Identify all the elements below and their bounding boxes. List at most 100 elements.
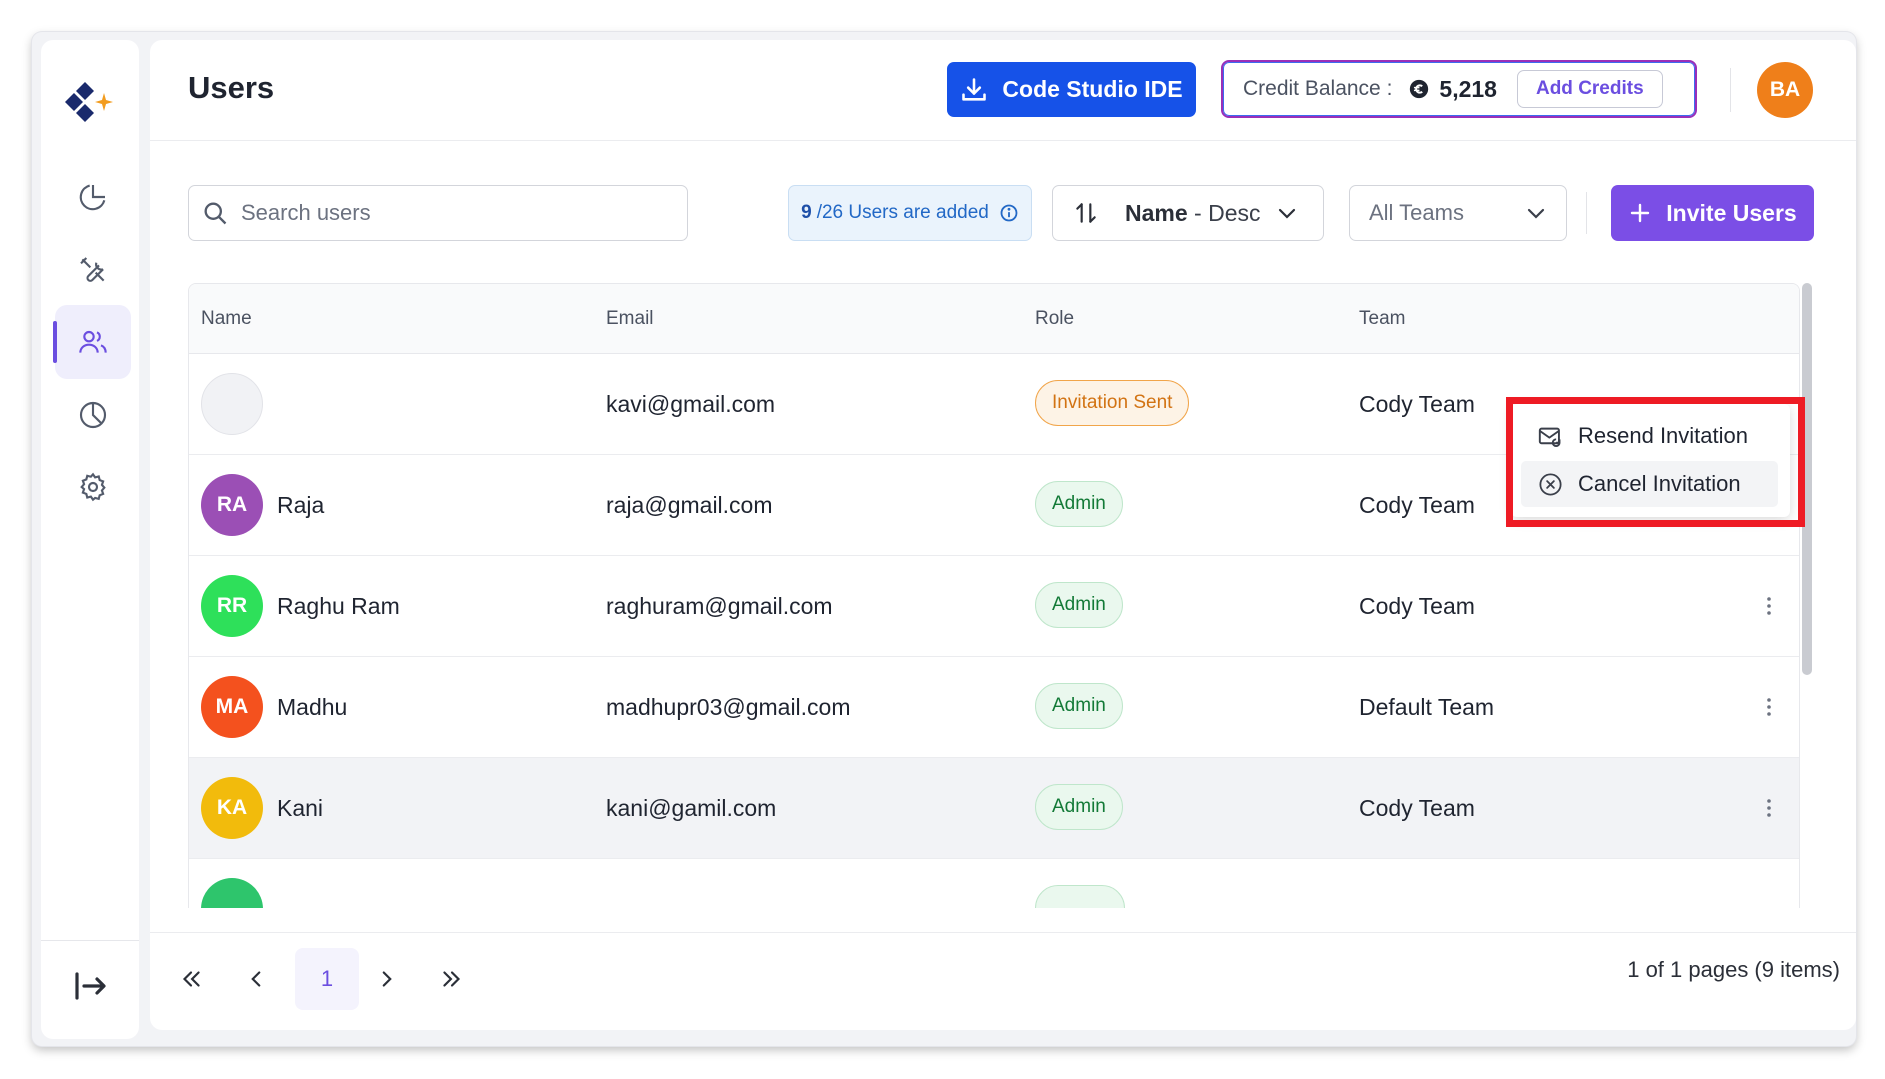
logout-button[interactable] (69, 966, 109, 1006)
analytics-icon (79, 401, 107, 429)
table-row[interactable]: MA Madhu madhupr03@gmail.com Admin Defau… (189, 657, 1799, 758)
users-added-count: 9 (801, 202, 812, 223)
user-email: madhupr03@gmail.com (606, 694, 851, 720)
chevron-down-icon (1527, 208, 1545, 219)
table-header: Name Email Role Team (189, 284, 1799, 354)
sort-dropdown[interactable]: Name - Desc (1052, 185, 1324, 241)
kebab-menu-icon[interactable] (1757, 695, 1781, 719)
sidebar-item-dashboard[interactable] (55, 160, 131, 234)
chevron-left-icon (251, 971, 261, 987)
sidebar-item-settings[interactable] (55, 450, 131, 524)
sidebar-item-users[interactable] (53, 305, 131, 379)
code-studio-ide-button[interactable]: Code Studio IDE (947, 62, 1196, 117)
user-avatar[interactable]: BA (1757, 62, 1813, 118)
team-filter-dropdown[interactable]: All Teams (1349, 185, 1567, 241)
search-icon (204, 202, 227, 225)
user-name: Madhu (277, 694, 348, 720)
search-input[interactable] (241, 200, 661, 226)
role-badge: Invitation Sent (1035, 380, 1190, 426)
users-table: Name Email Role Team kavi@gmail.com Invi… (188, 283, 1800, 908)
page-number-button[interactable]: 1 (295, 948, 359, 1010)
pagination-divider (150, 932, 1856, 933)
role-badge: Admin (1035, 582, 1123, 628)
table-row[interactable]: KA Kani kani@gamil.com Admin Cody Team (189, 758, 1799, 859)
column-header-role[interactable]: Role (1035, 308, 1074, 330)
credit-balance-value: 5,218 (1439, 75, 1497, 102)
resend-invitation-label: Resend Invitation (1578, 423, 1748, 448)
sidebar (41, 40, 139, 1039)
user-name: Raja (277, 492, 325, 518)
page-header: Users Code Studio IDE Credit Balance : 5… (150, 40, 1856, 141)
user-name: Kani (277, 795, 324, 821)
column-header-name[interactable]: Name (201, 308, 252, 330)
pie-chart-icon (79, 184, 106, 211)
info-icon[interactable] (999, 203, 1019, 223)
chevron-right-icon (382, 971, 392, 987)
user-team: Default Team (1359, 694, 1495, 720)
next-page-button[interactable] (362, 948, 412, 1010)
user-email: raghuram@gmail.com (606, 593, 833, 619)
download-icon (962, 77, 987, 101)
credit-balance-box: Credit Balance : 5,218 Add Credits (1221, 60, 1697, 118)
kebab-menu-icon[interactable] (1757, 594, 1781, 618)
page-title: Users (188, 70, 275, 105)
sort-label: Name - Desc (1125, 200, 1261, 227)
cancel-invitation-label: Cancel Invitation (1578, 471, 1741, 496)
add-credits-button[interactable]: Add Credits (1516, 70, 1663, 108)
table-row[interactable]: RR Raghu Ram raghuram@gmail.com Admin Co… (189, 556, 1799, 657)
previous-page-button[interactable] (231, 948, 281, 1010)
table-scrollbar[interactable] (1802, 283, 1812, 675)
invite-users-label: Invite Users (1666, 199, 1797, 226)
column-header-email[interactable]: Email (606, 308, 654, 330)
row-context-menu: Resend Invitation Cancel Invitation (1511, 404, 1790, 517)
avatar: RR (201, 575, 263, 637)
sort-icon (1076, 203, 1096, 223)
pagination-info: 1 of 1 pages (9 items) (1627, 957, 1840, 982)
avatar: MA (201, 676, 263, 738)
avatar (201, 878, 263, 908)
toolbar-divider (1586, 192, 1587, 234)
role-badge-partial (1035, 885, 1125, 908)
resend-invitation-item[interactable]: Resend Invitation (1521, 413, 1778, 459)
header-divider (1730, 68, 1731, 112)
invite-users-button[interactable]: Invite Users (1611, 185, 1814, 241)
sidebar-item-analytics[interactable] (55, 378, 131, 452)
user-team: Cody Team (1359, 795, 1475, 821)
team-filter-value: All Teams (1369, 200, 1464, 225)
user-team: Cody Team (1359, 593, 1475, 619)
chevrons-right-icon (443, 971, 461, 987)
first-page-button[interactable] (166, 948, 216, 1010)
close-circle-icon (1539, 472, 1562, 496)
user-email: kavi@gmail.com (606, 391, 776, 417)
user-name: Raghu Ram (277, 593, 400, 619)
user-team: Cody Team (1359, 492, 1475, 518)
app-logo[interactable] (61, 72, 119, 130)
user-email: raja@gmail.com (606, 492, 773, 518)
sidebar-divider (41, 940, 139, 941)
avatar: RA (201, 474, 263, 536)
code-studio-ide-label: Code Studio IDE (1002, 76, 1183, 102)
table-row-partial[interactable] (189, 859, 1799, 908)
user-team: Cody Team (1359, 391, 1475, 417)
sort-direction: - Desc (1194, 199, 1261, 226)
column-header-team[interactable]: Team (1359, 308, 1405, 330)
search-box[interactable] (188, 185, 688, 241)
gear-icon (80, 472, 106, 502)
user-email: kani@gamil.com (606, 795, 777, 821)
last-page-button[interactable] (427, 948, 477, 1010)
credit-balance-label: Credit Balance : (1243, 77, 1393, 100)
logout-icon (75, 972, 106, 1000)
main-panel: Users Code Studio IDE Credit Balance : 5… (150, 40, 1856, 1030)
avatar (201, 373, 263, 435)
users-added-badge: 9/26 Users are added (788, 185, 1032, 241)
role-badge: Admin (1035, 784, 1123, 830)
avatar: KA (201, 777, 263, 839)
kebab-menu-icon[interactable] (1757, 796, 1781, 820)
users-added-text: /26 Users are added (816, 202, 989, 223)
coin-icon (1410, 79, 1429, 99)
sidebar-item-tools[interactable] (55, 233, 131, 307)
chevrons-left-icon (182, 971, 200, 987)
cancel-invitation-item[interactable]: Cancel Invitation (1521, 461, 1778, 507)
sort-field: Name (1125, 199, 1188, 226)
users-icon (79, 330, 107, 353)
